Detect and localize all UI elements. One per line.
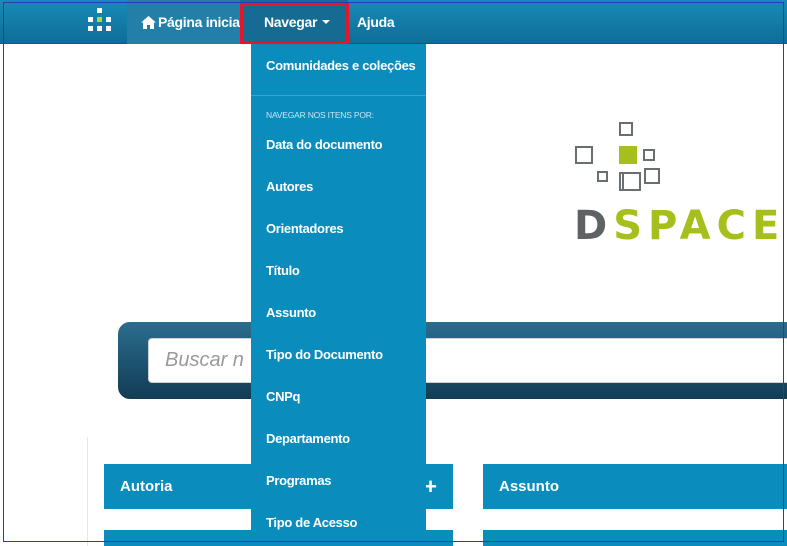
- facet-header-partial: [483, 530, 787, 546]
- home-icon: [141, 16, 156, 29]
- facet-title: Autoria: [120, 478, 173, 495]
- menu-section-header: NAVEGAR NOS ITENS POR:: [266, 110, 374, 120]
- menu-item-authors[interactable]: Autores: [266, 179, 313, 194]
- browse-dropdown-menu: Comunidades e coleções NAVEGAR NOS ITENS…: [251, 44, 426, 544]
- menu-item-advisors[interactable]: Orientadores: [266, 221, 344, 236]
- dspace-wordmark: DSPACE: [574, 203, 786, 249]
- nav-help-link[interactable]: Ajuda: [345, 0, 406, 44]
- menu-divider: [251, 95, 426, 96]
- nav-home-link[interactable]: Página inicial: [127, 0, 256, 44]
- plus-icon[interactable]: +: [424, 464, 437, 509]
- menu-item-department[interactable]: Departamento: [266, 431, 350, 446]
- menu-item-title[interactable]: Título: [266, 263, 300, 278]
- dspace-logo-icon[interactable]: [88, 8, 112, 32]
- facet-title: Assunto: [499, 478, 559, 495]
- dspace-logo: DSPACE: [570, 115, 779, 255]
- caret-down-icon: [322, 20, 331, 24]
- menu-item-programs[interactable]: Programas: [266, 473, 332, 488]
- menu-item-cnpq[interactable]: CNPq: [266, 389, 301, 404]
- nav-help-label: Ajuda: [357, 14, 395, 30]
- nav-home-label: Página inicial: [158, 14, 244, 30]
- menu-item-communities[interactable]: Comunidades e coleções: [266, 58, 416, 73]
- search-placeholder: Buscar n: [165, 349, 244, 371]
- nav-browse-label: Navegar: [264, 14, 318, 30]
- menu-item-document-type[interactable]: Tipo do Documento: [266, 347, 383, 362]
- top-navbar: Página inicial Navegar Ajuda: [0, 0, 787, 44]
- facet-header-assunto[interactable]: Assunto: [483, 464, 787, 509]
- menu-item-access-type[interactable]: Tipo de Acesso: [266, 515, 357, 530]
- menu-item-subject[interactable]: Assunto: [266, 305, 316, 320]
- menu-item-date[interactable]: Data do documento: [266, 137, 383, 152]
- search-input[interactable]: Buscar n: [148, 338, 787, 383]
- content-divider: [87, 437, 88, 546]
- nav-browse-dropdown[interactable]: Navegar: [240, 0, 348, 43]
